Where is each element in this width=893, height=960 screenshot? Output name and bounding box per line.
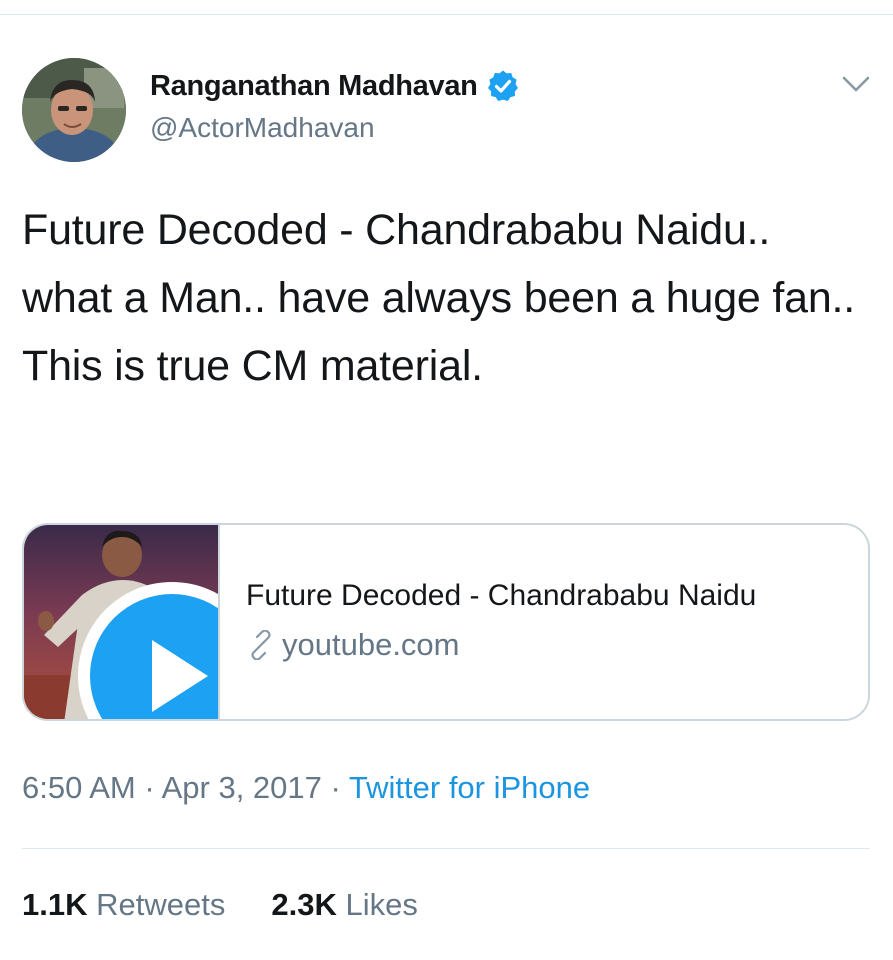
stats-divider (22, 848, 870, 849)
video-thumbnail[interactable] (24, 525, 220, 719)
tweet-header: Ranganathan Madhavan @ActorMadhavan (22, 56, 872, 166)
tweet-meta: 6:50 AM · Apr 3, 2017 · Twitter for iPho… (22, 770, 590, 806)
link-icon (246, 629, 276, 661)
author-block: Ranganathan Madhavan @ActorMadhavan (150, 64, 520, 144)
card-title[interactable]: Future Decoded - Chandrababu Naidu (246, 579, 756, 613)
tweet-time[interactable]: 6:50 AM (22, 770, 136, 805)
likes-stat[interactable]: 2.3K Likes (271, 887, 417, 923)
retweets-label: Retweets (96, 887, 226, 922)
link-card[interactable]: Future Decoded - Chandrababu Naidu youtu… (22, 523, 870, 721)
tweet-stats: 1.1K Retweets 2.3K Likes (22, 887, 464, 923)
retweets-count: 1.1K (22, 887, 88, 922)
avatar-image (22, 58, 126, 162)
meta-separator: · (144, 770, 155, 805)
tweet-source-link[interactable]: Twitter for iPhone (349, 770, 590, 805)
chevron-down-icon[interactable] (840, 72, 872, 96)
author-handle[interactable]: @ActorMadhavan (150, 112, 520, 144)
author-name[interactable]: Ranganathan Madhavan (150, 70, 478, 103)
likes-count: 2.3K (271, 887, 337, 922)
top-divider (0, 14, 893, 15)
retweets-stat[interactable]: 1.1K Retweets (22, 887, 225, 923)
play-icon[interactable] (74, 577, 218, 719)
card-domain-row: youtube.com (246, 627, 460, 663)
avatar[interactable] (22, 58, 126, 162)
card-domain: youtube.com (282, 627, 460, 662)
meta-separator: · (330, 770, 341, 805)
verified-badge-icon (486, 69, 520, 103)
name-row: Ranganathan Madhavan (150, 64, 520, 108)
likes-label: Likes (345, 887, 418, 922)
tweet-text: Future Decoded - Chandrababu Naidu.. wha… (22, 206, 856, 390)
tweet-date[interactable]: Apr 3, 2017 (162, 770, 322, 805)
